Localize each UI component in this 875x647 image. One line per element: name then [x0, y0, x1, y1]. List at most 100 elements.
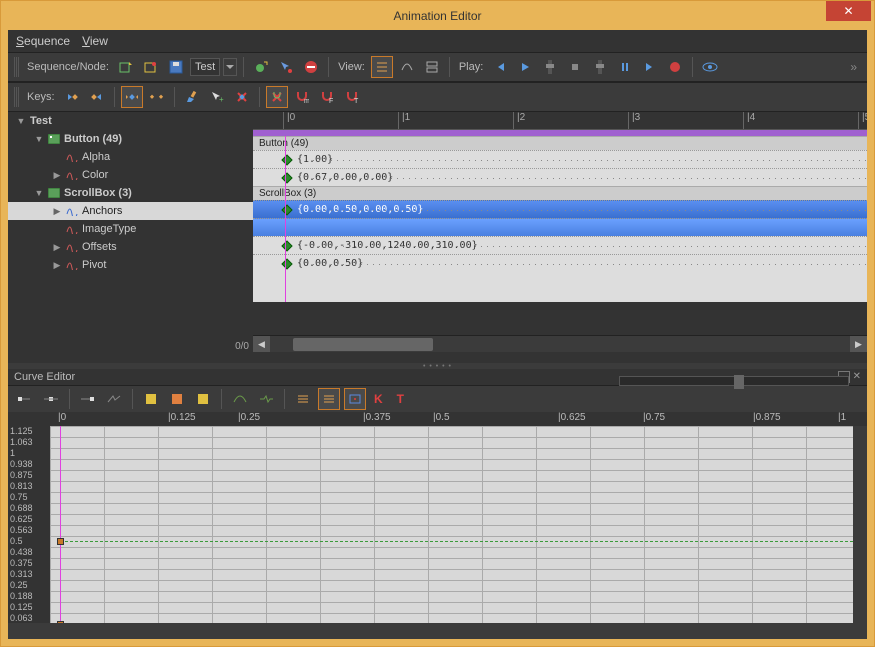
curve-mode-2-button[interactable] — [255, 388, 277, 410]
toolbar-grip[interactable] — [14, 57, 19, 77]
move-key-button[interactable] — [121, 86, 143, 108]
keyframe[interactable] — [281, 240, 292, 251]
tangent-flat-button[interactable] — [40, 388, 62, 410]
tangent-auto-button[interactable] — [14, 388, 36, 410]
record-button[interactable] — [664, 56, 686, 78]
track-row[interactable]: {-0.00,-310.00,1240.00,310.00} — [253, 236, 867, 254]
tree-prop-imagetype[interactable]: ImageType — [8, 220, 253, 238]
tree-prop-color-label: Color — [82, 169, 108, 181]
curve-ruler[interactable]: |0 |0.125 |0.25 |0.375 |0.5 |0.625 |0.75… — [8, 412, 867, 426]
track-row[interactable]: {0.00,0.50} — [253, 254, 867, 272]
track-group-header[interactable]: Button (49) — [253, 136, 867, 150]
tree-prop-color[interactable]: ▶Color — [8, 166, 253, 184]
delete-button[interactable] — [300, 56, 322, 78]
curve-line — [60, 541, 853, 542]
timeline[interactable]: |0 |1 |2 |3 |4 |5 Button (49) {1.00} {0.… — [253, 112, 867, 352]
pause-button[interactable] — [614, 56, 636, 78]
keyframe[interactable] — [281, 172, 292, 183]
view-mode-curve-button[interactable] — [396, 56, 418, 78]
scale-key-button[interactable] — [146, 86, 168, 108]
tree-prop-offsets[interactable]: ▶Offsets — [8, 238, 253, 256]
curve-tick: |0.125 — [168, 412, 196, 423]
toolbar-keys-grip[interactable] — [14, 87, 19, 107]
delete-key-button[interactable] — [231, 86, 253, 108]
close-panel-icon[interactable]: ✕ — [853, 371, 861, 383]
keyframe[interactable] — [281, 204, 292, 215]
close-button[interactable]: ✕ — [826, 1, 871, 21]
open-sequence-button[interactable] — [140, 56, 162, 78]
ruler-tick: |2 — [513, 112, 525, 129]
tree-prop-anchors[interactable]: ▶Anchors — [8, 202, 253, 220]
track-row[interactable]: {1.00} — [253, 150, 867, 168]
speed-slider-2[interactable] — [589, 56, 611, 78]
toolbar-main: Sequence/Node: Test View: Play: — [8, 52, 867, 82]
preview-button[interactable] — [699, 56, 721, 78]
tree-prop-pivot[interactable]: ▶Pivot — [8, 256, 253, 274]
scroll-right-button[interactable]: ▶ — [850, 336, 867, 352]
tangent-in-button[interactable] — [77, 388, 99, 410]
prev-key-button[interactable] — [61, 86, 83, 108]
playhead[interactable] — [285, 136, 286, 302]
view-mode-both-button[interactable] — [421, 56, 443, 78]
magnet-m-button[interactable]: m — [291, 86, 313, 108]
curve-icon — [66, 206, 78, 216]
pick-node-button[interactable] — [275, 56, 297, 78]
track-row-highlight[interactable] — [253, 218, 867, 236]
ruler-tick: |0 — [283, 112, 295, 129]
save-sequence-button[interactable] — [165, 56, 187, 78]
tangent-broken-button[interactable] — [103, 388, 125, 410]
tree-root[interactable]: ▼Test — [8, 112, 253, 130]
scroll-left-button[interactable]: ◀ — [253, 336, 270, 352]
menu-view[interactable]: View — [82, 34, 108, 48]
track-group-header[interactable]: ScrollBox (3) — [253, 186, 867, 200]
color-orange-button[interactable] — [166, 388, 188, 410]
toggle-t[interactable]: T — [397, 392, 404, 406]
keyframe[interactable] — [281, 258, 292, 269]
toggle-k[interactable]: K — [374, 392, 383, 406]
keyframe[interactable] — [281, 154, 292, 165]
sequence-combo[interactable]: Test — [190, 58, 220, 76]
add-node-button[interactable] — [250, 56, 272, 78]
curve-playhead[interactable] — [60, 426, 61, 623]
curve-vscroll[interactable] — [853, 426, 867, 623]
toolbar-keys: Keys: + m F T — [8, 82, 867, 112]
tree-prop-alpha[interactable]: Alpha — [8, 148, 253, 166]
sequence-combo-arrow[interactable] — [223, 58, 237, 76]
curve-mode-1-button[interactable] — [229, 388, 251, 410]
curve-area[interactable]: |0 |0.125 |0.25 |0.375 |0.5 |0.625 |0.75… — [8, 412, 867, 623]
stop-button[interactable] — [564, 56, 586, 78]
goto-end-button[interactable] — [639, 56, 661, 78]
tree-node-scrollbox[interactable]: ▼ScrollBox (3) — [8, 184, 253, 202]
next-key-button[interactable] — [86, 86, 108, 108]
fit-v-button[interactable] — [318, 388, 340, 410]
new-sequence-button[interactable] — [115, 56, 137, 78]
toolbar-overflow[interactable]: » — [844, 60, 863, 74]
curve-keyframe[interactable] — [57, 538, 64, 545]
play-button[interactable] — [514, 56, 536, 78]
fit-all-button[interactable] — [344, 388, 366, 410]
curve-grid[interactable] — [50, 426, 853, 623]
track-row[interactable]: {0.67,0.00,0.00} — [253, 168, 867, 186]
edit-key-button[interactable] — [181, 86, 203, 108]
view-mode-list-button[interactable] — [371, 56, 393, 78]
speed-slider[interactable] — [539, 56, 561, 78]
timeline-hscroll[interactable]: ◀ ▶ — [253, 335, 867, 352]
magnet-f-button[interactable]: F — [316, 86, 338, 108]
track-row-selected[interactable]: {0.00,0.50,0.00,0.50} — [253, 200, 867, 218]
scroll-thumb[interactable] — [293, 338, 433, 351]
color-yellow-button[interactable] — [140, 388, 162, 410]
timeline-ruler[interactable]: |0 |1 |2 |3 |4 |5 — [253, 112, 867, 130]
fit-h-button[interactable] — [292, 388, 314, 410]
curve-tick: |0.625 — [558, 412, 586, 423]
magnet-t-button[interactable]: T — [341, 86, 363, 108]
tree-node-button[interactable]: ▼Button (49) — [8, 130, 253, 148]
color-yellow2-button[interactable] — [192, 388, 214, 410]
goto-start-button[interactable] — [489, 56, 511, 78]
snap-key-button[interactable] — [266, 86, 288, 108]
select-key-button[interactable]: + — [206, 86, 228, 108]
zoom-slider[interactable] — [619, 376, 849, 386]
menu-sequence[interactable]: Sequence — [16, 34, 70, 48]
curve-hscroll[interactable] — [8, 623, 867, 639]
zoom-slider-thumb[interactable] — [734, 375, 744, 389]
hierarchy-tree[interactable]: ▼Test ▼Button (49) Alpha ▶Color ▼ScrollB… — [8, 112, 253, 352]
